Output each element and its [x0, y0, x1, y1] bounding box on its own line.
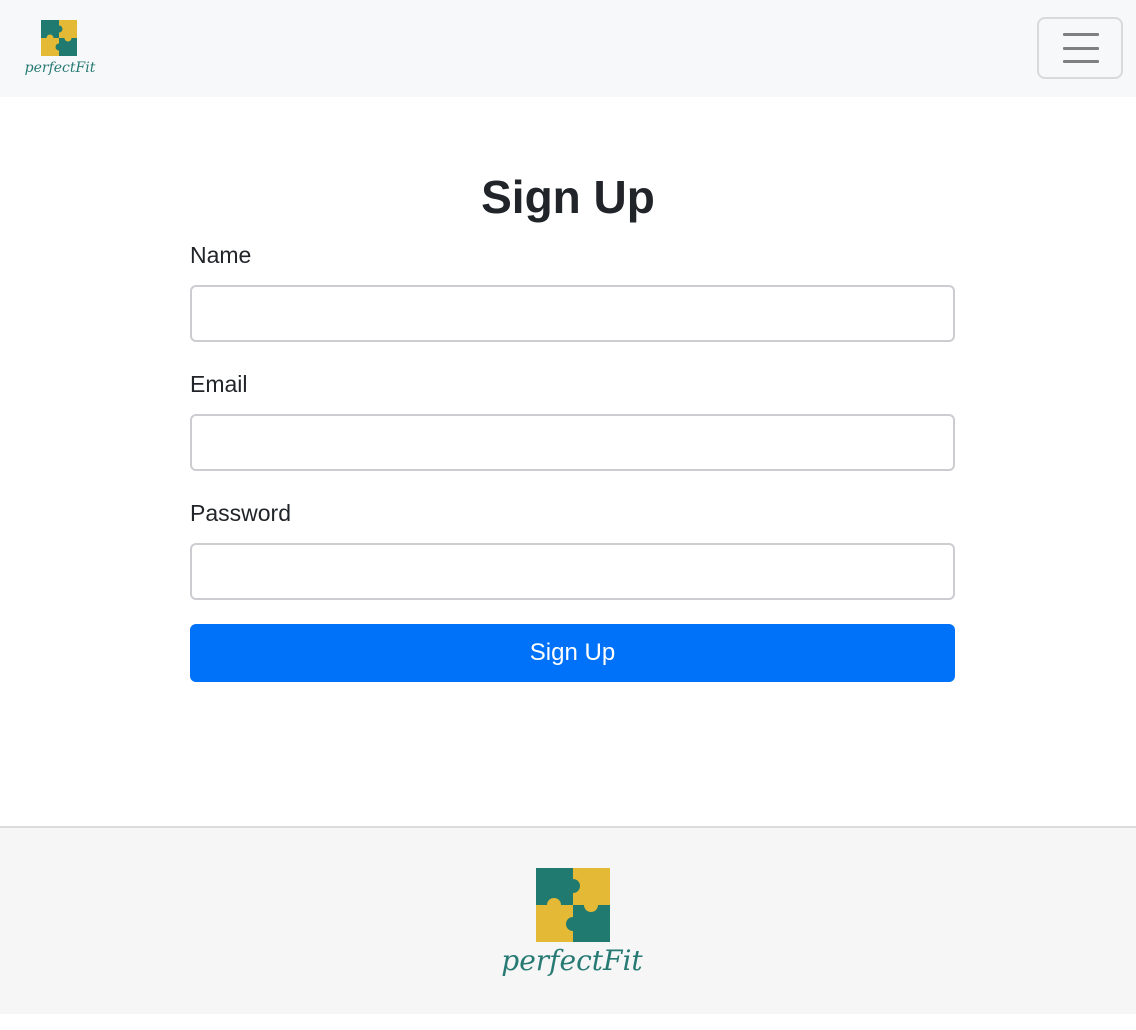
puzzle-logo-icon: perfectFit — [25, 20, 96, 76]
logo-wordmark: perfectFit — [25, 60, 96, 76]
footer: perfectFit — [0, 826, 1136, 1014]
email-field[interactable] — [190, 414, 955, 471]
password-field[interactable] — [190, 543, 955, 600]
footer-logo: perfectFit — [501, 868, 643, 977]
navbar: perfectFit — [0, 0, 1136, 97]
email-label: Email — [190, 371, 248, 397]
menu-toggle-button[interactable] — [1037, 17, 1123, 79]
brand-logo-link[interactable]: perfectFit — [24, 18, 96, 78]
name-field[interactable] — [190, 285, 955, 342]
password-label: Password — [190, 500, 291, 526]
page-title: Sign Up — [481, 171, 655, 223]
sign-up-button[interactable]: Sign Up — [190, 624, 955, 682]
name-label: Name — [190, 242, 252, 268]
footer-wordmark: perfectFit — [501, 944, 643, 977]
